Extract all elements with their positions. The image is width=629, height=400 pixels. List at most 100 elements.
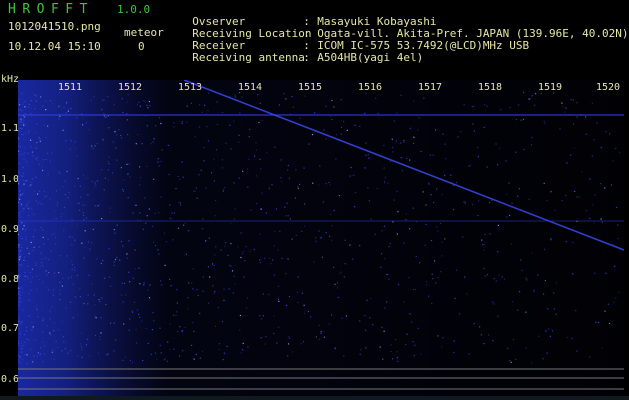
noise-dot [20, 287, 22, 289]
noise-dot [48, 271, 50, 274]
noise-dot [530, 362, 533, 364]
noise-dot [84, 230, 86, 232]
noise-dot [37, 316, 39, 318]
noise-dot [19, 288, 21, 290]
noise-dot [543, 293, 545, 295]
noise-dot [562, 106, 564, 108]
noise-dot [215, 149, 218, 151]
noise-dot [67, 110, 69, 112]
noise-dot [260, 168, 262, 170]
noise-dot [42, 320, 45, 322]
noise-dot [65, 102, 68, 104]
noise-dot [84, 246, 86, 248]
noise-dot [41, 203, 43, 205]
noise-dot [96, 143, 98, 145]
noise-dot [145, 327, 147, 329]
noise-dot [318, 230, 320, 232]
noise-dot [473, 130, 475, 132]
y-tick-label: 0.6 [1, 374, 20, 385]
noise-dot [365, 347, 367, 349]
noise-dot [79, 343, 81, 345]
noise-dot [547, 308, 549, 310]
noise-dot [413, 354, 415, 356]
noise-dot [30, 146, 32, 148]
noise-dot [175, 314, 177, 316]
noise-dot [167, 144, 169, 146]
noise-dot [214, 291, 216, 293]
noise-dot [72, 283, 74, 286]
noise-dot [94, 182, 96, 184]
noise-dot [34, 190, 36, 192]
noise-dot [82, 123, 84, 126]
noise-dot [25, 228, 27, 230]
noise-dot [138, 267, 140, 269]
noise-dot [392, 358, 394, 360]
noise-dot [518, 188, 520, 190]
noise-dot [38, 136, 40, 138]
noise-dot [24, 256, 26, 258]
noise-dot [297, 301, 299, 304]
noise-dot [550, 239, 552, 241]
noise-dot [364, 329, 367, 331]
noise-dot [71, 236, 73, 238]
status-strip [0, 396, 629, 400]
noise-dot [498, 274, 500, 276]
noise-dot [310, 316, 312, 318]
noise-dot [21, 320, 23, 322]
noise-dot [67, 197, 69, 199]
noise-dot [561, 200, 563, 202]
noise-dot [426, 281, 428, 283]
noise-dot [21, 342, 23, 344]
noise-dot [319, 237, 321, 239]
noise-dot [299, 117, 301, 119]
noise-dot [134, 249, 136, 251]
noise-dot [345, 315, 347, 317]
noise-dot [197, 294, 199, 297]
noise-dot [504, 278, 506, 280]
noise-dot [323, 129, 325, 131]
noise-dot [417, 129, 419, 131]
noise-dot [550, 238, 552, 240]
noise-dot [441, 255, 443, 257]
noise-dot [18, 303, 20, 305]
noise-dot [35, 158, 37, 160]
noise-dot [36, 142, 38, 144]
noise-dot [160, 196, 162, 198]
noise-dot [106, 116, 108, 118]
noise-dot [295, 234, 297, 236]
noise-dot [112, 141, 114, 143]
noise-dot [179, 204, 182, 206]
noise-dot [354, 206, 356, 208]
noise-dot [18, 153, 20, 155]
y-axis-unit: kHz [1, 74, 20, 85]
noise-dot [36, 355, 38, 357]
noise-dot [576, 196, 578, 198]
noise-dot [171, 212, 173, 214]
noise-dot [49, 160, 51, 162]
noise-dot [108, 156, 110, 158]
noise-dot [30, 348, 32, 350]
noise-dot [343, 355, 345, 357]
noise-dot [615, 147, 617, 150]
noise-dot [398, 284, 400, 286]
noise-dot [403, 242, 405, 244]
noise-dot [213, 264, 215, 266]
noise-dot [80, 332, 82, 334]
noise-dot [175, 188, 177, 190]
noise-dot [55, 340, 57, 342]
noise-dot [572, 99, 574, 101]
noise-dot [118, 129, 120, 131]
noise-dot [82, 212, 84, 214]
noise-dot [223, 299, 225, 301]
noise-dot [478, 200, 480, 202]
noise-dot [37, 193, 39, 195]
noise-dot [95, 184, 97, 186]
noise-dot [318, 184, 320, 186]
noise-dot [554, 209, 556, 211]
noise-dot [247, 346, 249, 348]
noise-dot [100, 317, 102, 319]
noise-dot [549, 335, 551, 337]
noise-dot [483, 267, 485, 269]
noise-dot [86, 338, 88, 340]
noise-dot [528, 198, 530, 201]
